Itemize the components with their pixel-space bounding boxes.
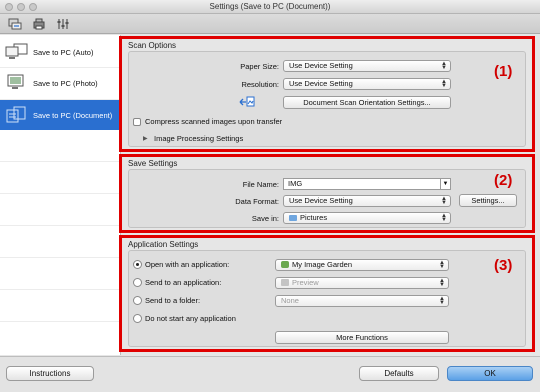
send-to-application-radio[interactable] [133,278,142,287]
resolution-label: Resolution: [241,80,279,89]
send-to-application-select[interactable]: Preview ▲ ▼ [275,277,449,289]
document-scan-orientation-settings-button[interactable]: Document Scan Orientation Settings... [283,96,451,109]
open-with-application-select[interactable]: My Image Garden ▲ ▼ [275,259,449,271]
save-in-label: Save in: [251,214,279,223]
send-to-application-label: Send to an application: [145,278,222,287]
data-format-select[interactable]: Use Device Setting ▲ ▼ [283,195,451,207]
title-bar: Settings (Save to PC (Document)) [0,0,540,14]
do-not-start-application-radio[interactable] [133,314,142,323]
save-in-select[interactable]: Pictures ▲ ▼ [283,212,451,224]
open-with-application-label: Open with an application: [145,260,230,269]
preview-icon [281,279,289,286]
scan-from-panel-icon[interactable] [32,17,46,31]
toolbar [0,14,540,34]
do-not-start-application-label: Do not start any application [145,314,236,323]
send-to-folder-select[interactable]: None ▲ ▼ [275,295,449,307]
chevron-down-icon[interactable]: ▼ [440,179,450,189]
folder-icon [289,215,297,221]
section-number: (1) [494,63,513,80]
up-down-arrows-icon: ▲ ▼ [441,79,447,89]
up-down-arrows-icon: ▲ ▼ [439,296,445,306]
up-down-arrows-icon: ▲ ▼ [439,260,445,270]
document-scan-icon [5,106,29,124]
application-settings-box: Open with an application: My Image Garde… [128,250,526,347]
save-settings-section: Save Settings File Name: IMG ▼ Data Form… [119,154,535,233]
scan-from-computer-icon[interactable] [8,17,22,31]
save-settings-box: File Name: IMG ▼ Data Format: Use Device… [128,169,526,228]
file-name-label: File Name: [242,180,279,189]
defaults-button[interactable]: Defaults [359,366,439,381]
section-title: Application Settings [128,240,199,249]
resolution-select[interactable]: Use Device Setting ▲ ▼ [283,78,451,90]
image-processing-settings-toggle[interactable]: Image Processing Settings [154,134,243,143]
send-to-folder-radio[interactable] [133,296,142,305]
sidebar-item-label: Save to PC (Photo) [33,79,98,88]
section-title: Save Settings [128,159,178,168]
section-number: (2) [494,172,513,189]
orientation-icon [239,96,255,108]
general-settings-icon[interactable] [56,17,70,31]
scan-options-section: Scan Options Paper Size: Use Device Sett… [119,36,535,152]
sidebar-item-save-to-pc-auto[interactable]: Save to PC (Auto) [0,37,121,67]
file-name-combo[interactable]: IMG ▼ [283,178,451,190]
sidebar-item-label: Save to PC (Document) [33,111,113,120]
instructions-button[interactable]: Instructions [6,366,94,381]
compress-images-checkbox[interactable] [133,118,141,126]
sidebar-item-save-to-pc-photo[interactable]: Save to PC (Photo) [0,68,121,98]
up-down-arrows-icon: ▲ ▼ [441,213,447,223]
sidebar-item-save-to-pc-document[interactable]: Save to PC (Document) [0,100,121,130]
footer-bar: Instructions Defaults OK [0,356,540,392]
window-title: Settings (Save to PC (Document)) [209,2,331,11]
photo-scan-icon [5,74,29,92]
up-down-arrows-icon: ▲ ▼ [441,61,447,71]
section-number: (3) [494,257,513,274]
up-down-arrows-icon: ▲ ▼ [441,196,447,206]
paper-size-label: Paper Size: [240,62,279,71]
send-to-folder-label: Send to a folder: [145,296,201,305]
sidebar: Save to PC (Auto) Save to PC (Photo) Sav… [0,35,121,355]
section-title: Scan Options [128,41,177,50]
auto-scan-icon [5,43,29,61]
open-with-application-radio[interactable] [133,260,142,269]
disclosure-triangle-icon[interactable]: ▶ [143,135,148,142]
paper-size-select[interactable]: Use Device Setting ▲ ▼ [283,60,451,72]
application-settings-section: Application Settings Open with an applic… [119,235,535,352]
scan-options-box: Paper Size: Use Device Setting ▲ ▼ Resolu… [128,51,526,147]
compress-images-label: Compress scanned images upon transfer [145,117,283,126]
sidebar-item-label: Save to PC (Auto) [33,48,94,57]
my-image-garden-icon [281,261,289,268]
data-format-label: Data Format: [235,197,279,206]
data-format-settings-button[interactable]: Settings... [459,194,517,207]
more-functions-button[interactable]: More Functions [275,331,449,344]
up-down-arrows-icon: ▲ ▼ [439,278,445,288]
ok-button[interactable]: OK [447,366,533,381]
